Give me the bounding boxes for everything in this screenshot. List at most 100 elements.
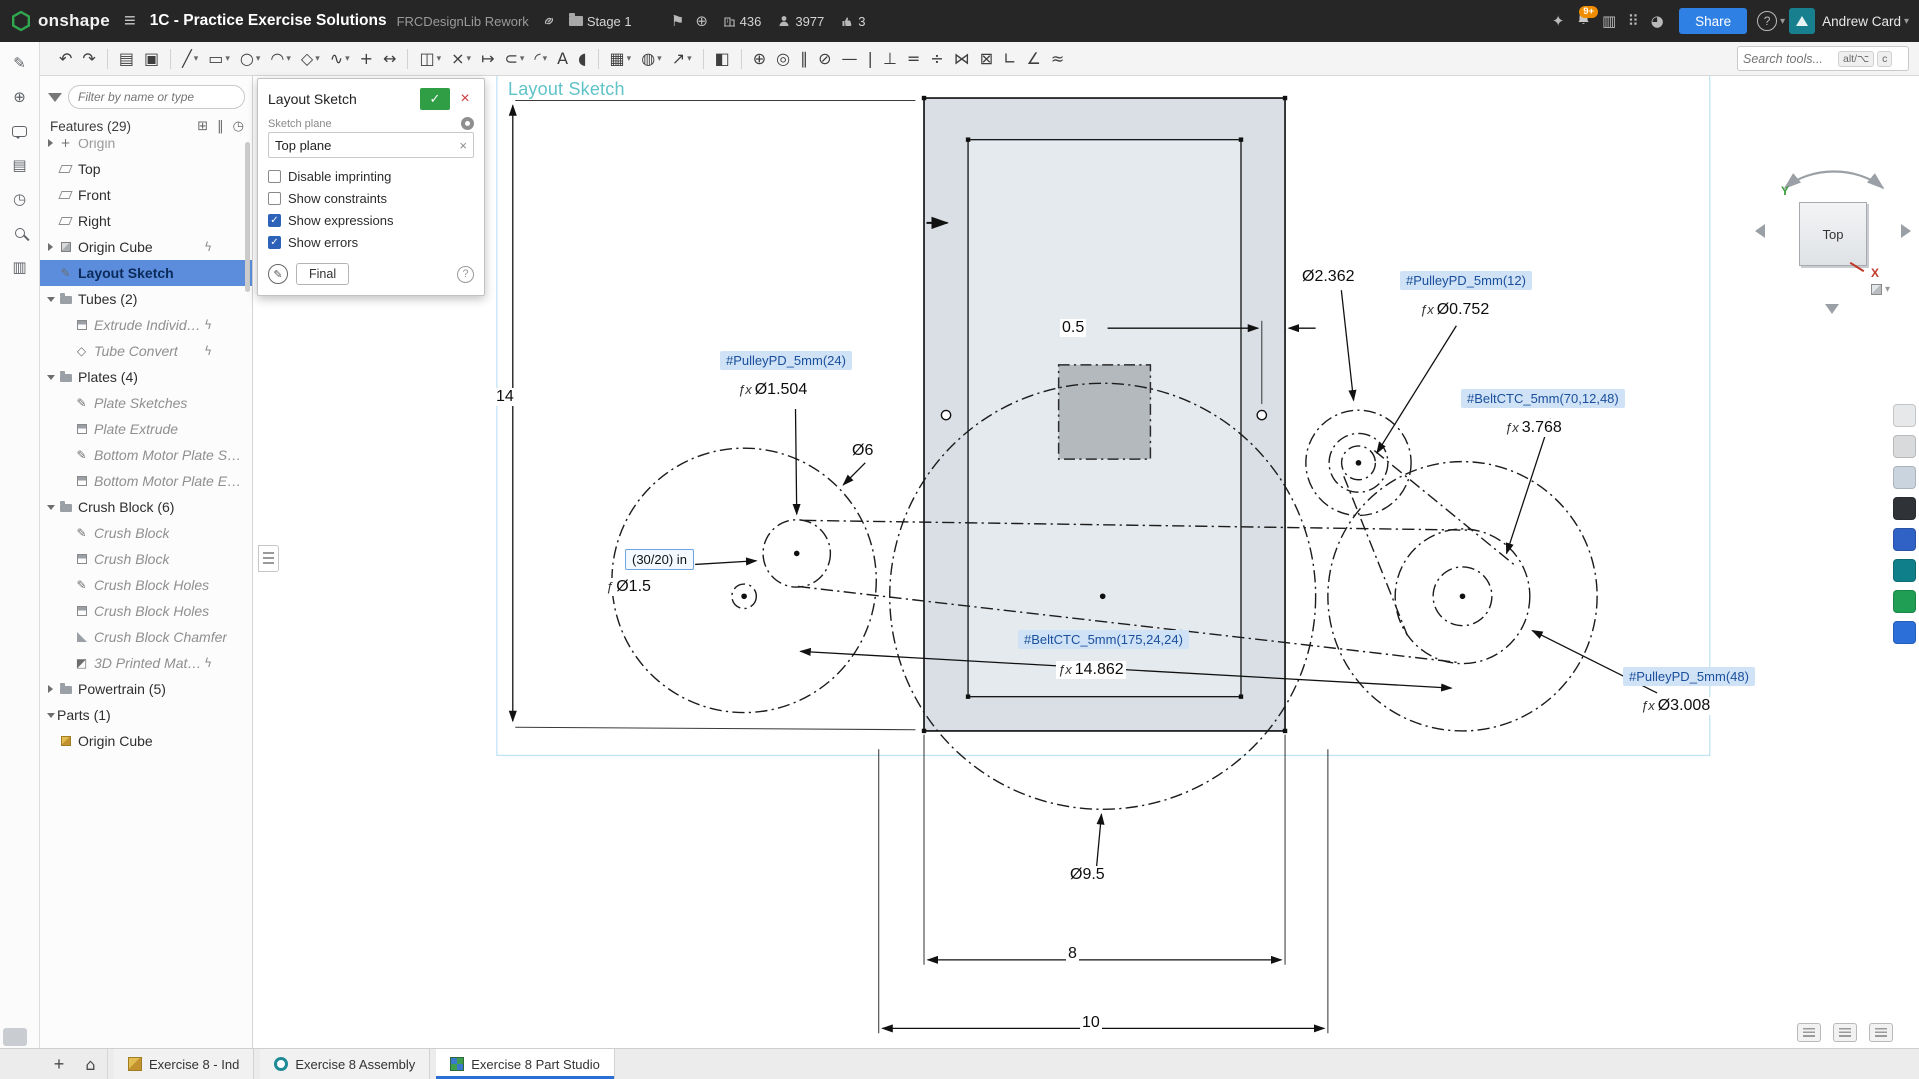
- undo-tool[interactable]: ↶: [55, 49, 76, 69]
- transform-tool[interactable]: ↗▾: [668, 49, 696, 69]
- coincident-constraint-tool[interactable]: ⊕: [749, 49, 770, 69]
- extend-tool[interactable]: ↦: [477, 49, 498, 69]
- chevron-down-icon[interactable]: [44, 505, 57, 510]
- comments-rail-icon[interactable]: [6, 117, 34, 145]
- perpendicular-constraint-tool[interactable]: ⊥: [879, 49, 901, 69]
- feature-row-parts-1[interactable]: Parts (1): [40, 702, 252, 728]
- edge-panel-icon-5[interactable]: [1893, 528, 1916, 551]
- appearance-toggle-icon[interactable]: [461, 117, 474, 130]
- feature-row-3d-printed-mater[interactable]: 3D Printed Mater...: [40, 650, 252, 676]
- chevron-right-icon[interactable]: [44, 139, 57, 147]
- breadcrumb-location[interactable]: Stage 1: [569, 14, 632, 29]
- chevron-down-icon[interactable]: ▾: [194, 53, 199, 64]
- feature-row-layout-sketch[interactable]: Layout Sketch: [40, 260, 252, 286]
- chevron-down-icon[interactable]: [44, 297, 57, 302]
- feature-row-crush-block[interactable]: Crush Block: [40, 546, 252, 572]
- search-rail-icon[interactable]: [6, 219, 34, 247]
- feature-row-origin-cube[interactable]: Origin Cube: [40, 728, 252, 754]
- dim-wheel-bottom[interactable]: Ø9.5: [1068, 866, 1107, 884]
- dialog-title[interactable]: Layout Sketch: [268, 91, 420, 108]
- checkbox-show-errors[interactable]: Show errors: [268, 231, 474, 253]
- chevron-down-icon[interactable]: ▾: [315, 53, 320, 64]
- dim-offset[interactable]: 0.5: [1060, 319, 1086, 337]
- dim-inner-width[interactable]: 8: [1066, 945, 1079, 963]
- chevron-down-icon[interactable]: ▾: [543, 53, 548, 64]
- checkbox-show-constraints[interactable]: Show constraints: [268, 187, 474, 209]
- share-button[interactable]: Share: [1679, 8, 1747, 34]
- chevron-down-icon[interactable]: ▾: [225, 53, 230, 64]
- feature-row-powertrain-5[interactable]: Powertrain (5): [40, 676, 252, 702]
- app-grid-icon[interactable]: ⠿: [1621, 9, 1645, 33]
- slot-tool[interactable]: ◖: [574, 49, 590, 69]
- insert-image-tool[interactable]: ▣: [140, 49, 163, 69]
- fix-constraint-tool[interactable]: ⊠: [976, 49, 997, 69]
- format-painter-tool[interactable]: ◧: [711, 49, 734, 69]
- rotate-left-arrow[interactable]: [1755, 224, 1765, 238]
- feature-row-crush-block-holes[interactable]: Crush Block Holes: [40, 572, 252, 598]
- assistant-icon[interactable]: ◕: [1645, 9, 1669, 33]
- feature-row-plate-sketches[interactable]: Plate Sketches: [40, 390, 252, 416]
- view-cube[interactable]: Top Y X: [1753, 158, 1915, 316]
- normal-constraint-tool[interactable]: ∟: [999, 49, 1020, 69]
- accept-button[interactable]: [420, 88, 450, 110]
- circular-pattern-tool[interactable]: ◍▾: [637, 49, 666, 69]
- menu-icon[interactable]: [124, 10, 136, 33]
- user-name[interactable]: Andrew Card: [1822, 14, 1901, 29]
- feature-row-bottom-motor-plate-ext[interactable]: Bottom Motor Plate Ext...: [40, 468, 252, 494]
- filter-input[interactable]: [68, 85, 245, 109]
- equal-constraint-tool[interactable]: =: [903, 49, 924, 69]
- feature-row-plates-4[interactable]: Plates (4): [40, 364, 252, 390]
- chevron-down-icon[interactable]: ▾: [657, 53, 662, 64]
- feature-row-right[interactable]: Right: [40, 208, 252, 234]
- rollback-icon[interactable]: ‖: [217, 119, 224, 134]
- edge-panel-icon-8[interactable]: [1893, 621, 1916, 644]
- link-icon[interactable]: [537, 9, 561, 33]
- sketch-plane-field[interactable]: Top plane: [268, 132, 474, 158]
- configurations-rail-icon[interactable]: ⊕: [6, 83, 34, 111]
- belt175-expression-chip[interactable]: #BeltCTC_5mm(175,24,24): [1018, 630, 1189, 649]
- notifications-button[interactable]: 9+: [1576, 11, 1591, 31]
- chevron-down-icon[interactable]: ▾: [687, 53, 692, 64]
- custom-tables-rail-icon[interactable]: ▤: [6, 151, 34, 179]
- bom-rail-icon[interactable]: ▥: [6, 253, 34, 281]
- user-chevron-icon[interactable]: [1904, 16, 1909, 27]
- search-tools-input[interactable]: [1743, 52, 1835, 66]
- cancel-button[interactable]: [456, 90, 474, 108]
- checkbox-icon[interactable]: [268, 192, 281, 205]
- versions-rail-icon[interactable]: ◷: [6, 185, 34, 213]
- chevron-down-icon[interactable]: [44, 375, 57, 380]
- chevron-down-icon[interactable]: ▾: [437, 53, 442, 64]
- text-tool[interactable]: A: [553, 49, 572, 69]
- views-stat[interactable]: 436: [722, 14, 762, 29]
- dim-pulley12[interactable]: ƒxØ0.752: [1418, 301, 1491, 319]
- rectangle-tool[interactable]: ▭▾: [204, 49, 234, 69]
- feature-row-top[interactable]: Top: [40, 156, 252, 182]
- view-cube-face[interactable]: Top: [1799, 202, 1867, 266]
- gearbox-square[interactable]: [1059, 365, 1151, 459]
- globe-icon[interactable]: ⊕: [690, 9, 714, 33]
- feature-row-bottom-motor-plate-ske[interactable]: Bottom Motor Plate Ske...: [40, 442, 252, 468]
- ratio-expression-chip[interactable]: (30/20) in: [625, 549, 694, 570]
- ai-sparkle-icon[interactable]: ✦: [1546, 9, 1570, 33]
- edge-panel-icon-1[interactable]: [1893, 404, 1916, 427]
- dim-ratio[interactable]: ƒØ1.5: [604, 578, 653, 596]
- rotate-down-arrow[interactable]: [1825, 304, 1839, 314]
- point-tool[interactable]: +: [356, 49, 377, 69]
- final-button[interactable]: Final: [296, 263, 349, 285]
- sketch-edit-icon[interactable]: [268, 264, 288, 284]
- checkbox-icon[interactable]: [268, 236, 281, 249]
- feature-row-origin-cube[interactable]: Origin Cube: [40, 234, 252, 260]
- search-tools-box[interactable]: alt/⌥ c: [1737, 46, 1909, 71]
- pulley24-expression-chip[interactable]: #PulleyPD_5mm(24): [720, 351, 852, 370]
- dim-outer-width[interactable]: 10: [1080, 1014, 1102, 1032]
- feature-row-crush-block-chamfer[interactable]: Crush Block Chamfer: [40, 624, 252, 650]
- tab-exercise-8-part-studio[interactable]: Exercise 8 Part Studio: [436, 1049, 615, 1079]
- fillet-tool[interactable]: ◜▾: [530, 49, 551, 69]
- redo-tool[interactable]: ↷: [78, 49, 99, 69]
- chevron-down-icon[interactable]: ▾: [345, 53, 350, 64]
- avatar[interactable]: [1789, 8, 1815, 34]
- tree-scrollbar[interactable]: [245, 142, 250, 292]
- canvas-tool-icon-2[interactable]: [1833, 1023, 1857, 1042]
- chevron-right-icon[interactable]: [44, 243, 57, 251]
- parallel-constraint-tool[interactable]: ∥: [796, 49, 812, 69]
